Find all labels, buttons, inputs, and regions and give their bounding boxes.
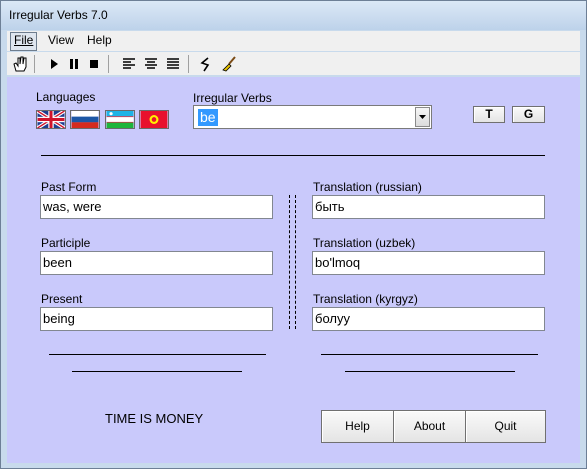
toolbar (7, 52, 580, 75)
uk-flag-icon[interactable] (36, 110, 66, 129)
main-panel: Languages Irregular Verbs be T G Past Fo… (7, 77, 580, 463)
past-form-label: Past Form (41, 180, 97, 194)
translation-russian-label: Translation (russian) (313, 180, 422, 194)
chevron-down-icon[interactable] (415, 107, 430, 127)
kyrgyzstan-flag-icon[interactable] (139, 110, 169, 129)
verb-select-value: be (198, 109, 218, 126)
g-button[interactable]: G (512, 106, 545, 123)
align-justify-icon[interactable] (164, 55, 182, 73)
right-underline (321, 354, 538, 355)
translation-uzbek-label: Translation (uzbek) (313, 236, 416, 250)
column-divider (295, 195, 296, 329)
toolbar-separator (34, 55, 35, 73)
stop-icon[interactable] (85, 55, 103, 73)
menu-file[interactable]: File (10, 32, 38, 51)
participle-label: Participle (41, 236, 91, 250)
undo-icon[interactable] (197, 55, 215, 73)
quit-button[interactable]: Quit (465, 410, 546, 443)
left-underline (72, 371, 242, 372)
pause-icon[interactable] (65, 55, 83, 73)
app-window: Irregular Verbs 7.0 File View Help Langu… (0, 0, 587, 469)
title-bar: Irregular Verbs 7.0 (1, 1, 586, 30)
t-button[interactable]: T (473, 106, 505, 123)
about-button[interactable]: About (393, 410, 466, 443)
align-left-icon[interactable] (120, 55, 138, 73)
toolbar-separator (188, 55, 189, 73)
play-icon[interactable] (45, 55, 63, 73)
menu-bar: File View Help (7, 31, 580, 51)
top-divider (41, 155, 545, 156)
uzbekistan-flag-icon[interactable] (105, 110, 135, 129)
brush-icon[interactable] (220, 55, 238, 73)
help-button[interactable]: Help (321, 410, 394, 443)
past-form-field[interactable]: was, were (40, 195, 273, 219)
translation-kyrgyz-field[interactable]: болуу (312, 307, 545, 331)
present-label: Present (41, 292, 83, 306)
translation-uzbek-field[interactable]: bo'lmoq (312, 251, 545, 275)
verb-select[interactable]: be (193, 105, 432, 129)
motto-text: TIME IS MONEY (105, 411, 204, 426)
translation-russian-field[interactable]: быть (312, 195, 545, 219)
toolbar-separator (108, 55, 109, 73)
irregular-verbs-label: Irregular Verbs (193, 91, 272, 105)
left-underline (49, 354, 266, 355)
languages-label: Languages (36, 90, 96, 104)
menu-help[interactable]: Help (84, 32, 115, 49)
menu-view[interactable]: View (45, 32, 77, 49)
translation-kyrgyz-label: Translation (kyrgyz) (313, 292, 418, 306)
hand-icon[interactable] (11, 55, 29, 73)
align-center-icon[interactable] (142, 55, 160, 73)
right-underline (345, 371, 515, 372)
column-divider (289, 195, 290, 329)
window-title: Irregular Verbs 7.0 (9, 8, 108, 22)
russia-flag-icon[interactable] (70, 110, 100, 129)
participle-field[interactable]: been (40, 251, 273, 275)
present-field[interactable]: being (40, 307, 273, 331)
